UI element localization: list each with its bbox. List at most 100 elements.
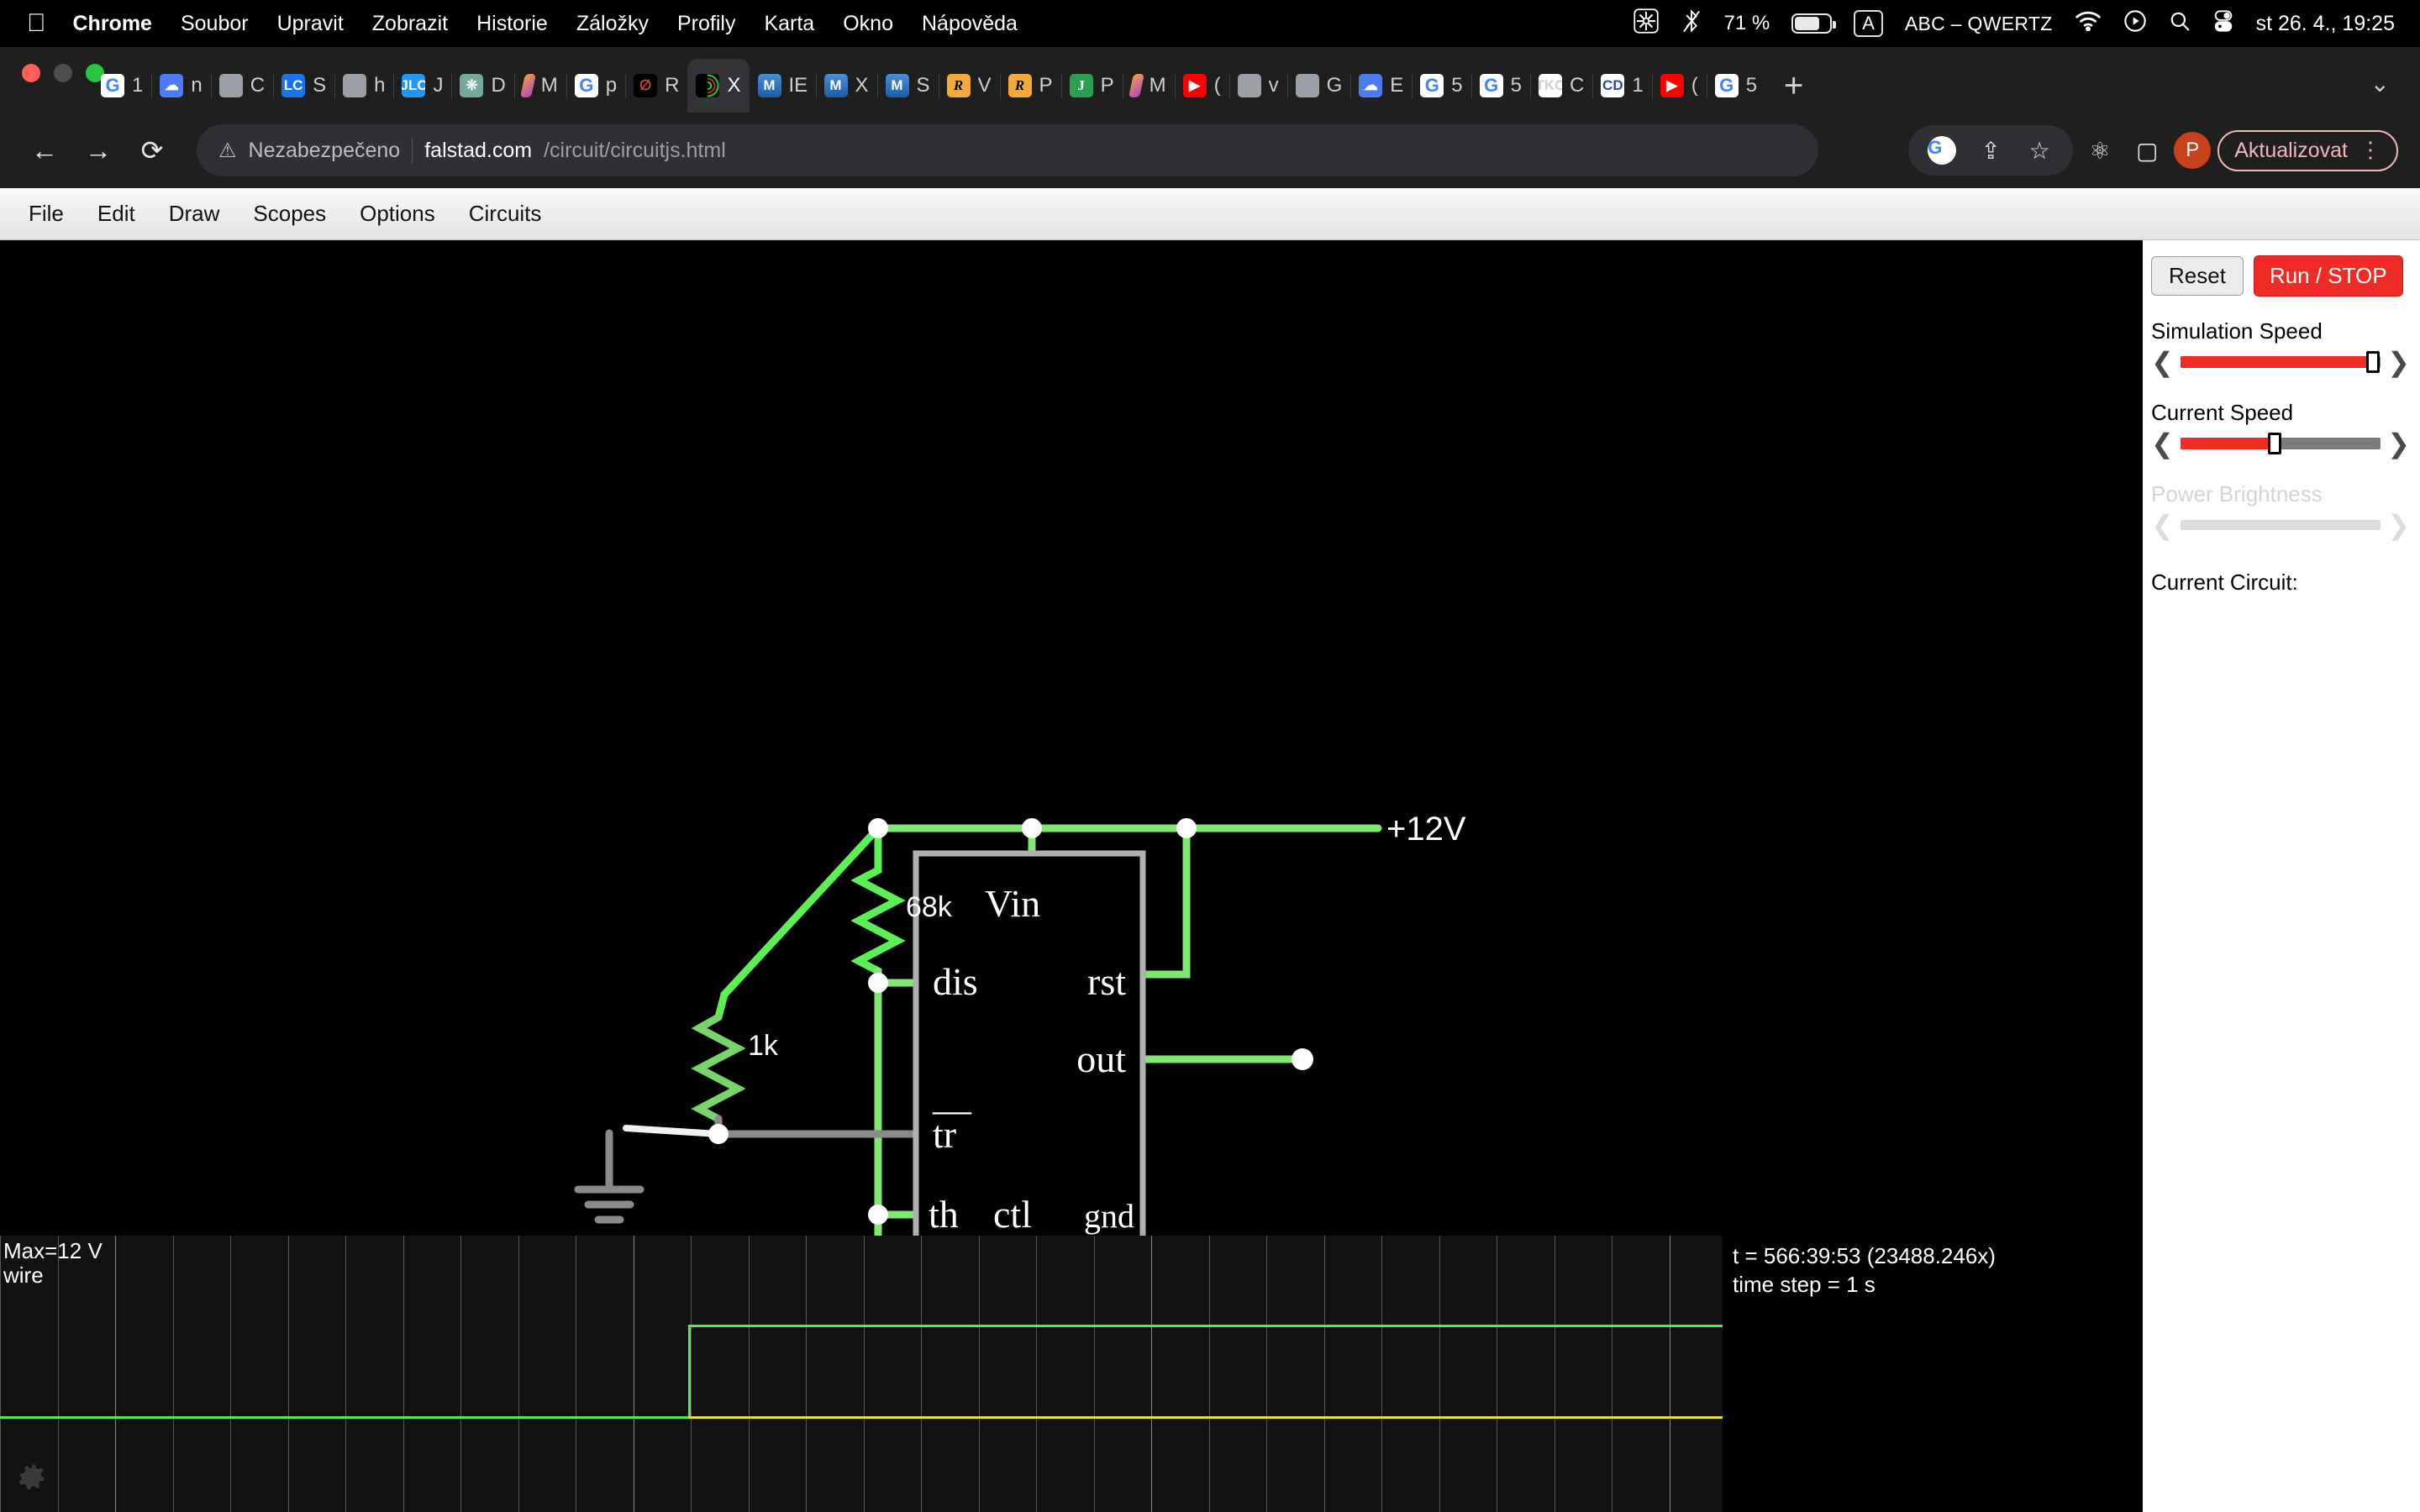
simulation-speed-knob[interactable] (2365, 351, 2380, 373)
energy-saver-icon[interactable]: ⚛ (2080, 130, 2120, 171)
browser-tab[interactable]: G (1286, 59, 1351, 113)
browser-tab[interactable]: M IE (750, 59, 816, 113)
scope-trace-segment (0, 1416, 688, 1419)
browser-tab[interactable]: M (1122, 59, 1175, 113)
simulation-speed-slider[interactable] (2180, 351, 2381, 373)
browser-tab[interactable]: ☁ n (151, 59, 210, 113)
m-favicon-icon: M (757, 74, 781, 97)
search-icon[interactable] (2169, 10, 2191, 38)
apple-icon[interactable]:  (27, 11, 46, 36)
bluetooth-off-icon[interactable] (1681, 8, 1702, 39)
browser-tab[interactable]: RP (999, 59, 1061, 113)
keyboard-badge[interactable]: A (1854, 10, 1883, 37)
menu-zalozky[interactable]: Záložky (576, 12, 649, 36)
browser-tab[interactable]: C (210, 59, 273, 113)
menu-karta[interactable]: Karta (764, 12, 814, 36)
browser-tab[interactable]: TKC C (1529, 59, 1592, 113)
app-menu-draw[interactable]: Draw (152, 201, 237, 227)
simulation-speed-increase-icon[interactable]: ❯ (2387, 346, 2410, 378)
cd-favicon-icon: CD (1601, 74, 1625, 97)
reload-button[interactable]: ⟳ (129, 128, 175, 173)
browser-tab[interactable]: 5 (1706, 59, 1765, 113)
browser-tab[interactable]: v (1228, 59, 1287, 113)
new-tab-button[interactable]: + (1765, 69, 1822, 102)
circuit-canvas[interactable]: +12V Vin dis rst out — tr th ctl gnd 68k… (0, 240, 2141, 1236)
browser-tab[interactable]: LC S (273, 59, 334, 113)
circuit-schematic[interactable]: +12V Vin dis rst out — tr th ctl gnd 68k… (0, 240, 2141, 1236)
browser-tab[interactable]: 1 (92, 59, 151, 113)
browser-tab[interactable]: 5 (1470, 59, 1530, 113)
tab-title: M (540, 74, 558, 97)
gear-icon[interactable] (18, 1463, 49, 1494)
browser-tab[interactable]: p (566, 59, 625, 113)
menu-okno[interactable]: Okno (843, 12, 893, 36)
current-speed-group: Current Speed ❮ ❯ (2151, 400, 2410, 459)
supply-label: +12V (1386, 811, 1466, 848)
tab-title: R (665, 74, 680, 97)
scope-gridline (749, 1236, 750, 1512)
fan-icon[interactable] (1633, 8, 1659, 39)
app-menu-edit[interactable]: Edit (81, 201, 152, 227)
menu-historie[interactable]: Historie (476, 12, 548, 36)
browser-tab[interactable]: h (334, 59, 393, 113)
control-center-icon[interactable] (2212, 9, 2234, 39)
app-menu-options[interactable]: Options (343, 201, 452, 227)
tab-title: 5 (1745, 74, 1758, 97)
browser-tab-active-falstad[interactable]: X (687, 59, 750, 113)
app-menu-file[interactable]: File (12, 201, 81, 227)
scope-gridline (518, 1236, 519, 1512)
wifi-icon[interactable] (2075, 11, 2102, 37)
bookmark-star-icon[interactable]: ☆ (2019, 130, 2060, 171)
app-menu-circuits[interactable]: Circuits (452, 201, 559, 227)
menu-chrome[interactable]: Chrome (73, 12, 152, 36)
tab-search-chevron-down-icon[interactable]: ⌄ (2370, 70, 2390, 97)
menu-soubor[interactable]: Soubor (181, 12, 249, 36)
profile-avatar[interactable]: P (2174, 132, 2212, 169)
battery-icon[interactable] (1791, 13, 1837, 34)
browser-tab[interactable]: MX (815, 59, 877, 113)
browser-tab[interactable]: ☁ E (1350, 59, 1412, 113)
browser-tab[interactable]: ❊ D (451, 59, 513, 113)
menu-zobrazit[interactable]: Zobrazit (372, 12, 448, 36)
current-speed-decrease-icon[interactable]: ❮ (2151, 428, 2174, 459)
run-stop-button[interactable]: Run / STOP (2253, 255, 2403, 297)
keyboard-layout-label[interactable]: ABC – QWERTZ (1905, 13, 2053, 35)
current-speed-increase-icon[interactable]: ❯ (2387, 428, 2410, 459)
browser-tab[interactable]: JP (1060, 59, 1123, 113)
browser-tab[interactable]: ▶( (1651, 59, 1707, 113)
pen-favicon-icon (519, 74, 536, 97)
tab-title: 1 (132, 74, 144, 97)
browser-tab[interactable]: MS (876, 59, 939, 113)
menu-upravit[interactable]: Upravit (277, 12, 344, 36)
google-lens-icon[interactable] (1922, 130, 1962, 171)
browser-tab[interactable]: ∅ R (625, 59, 687, 113)
browser-tab[interactable]: ▶( (1174, 59, 1229, 113)
browser-tab[interactable]: JLC J (393, 59, 451, 113)
address-bar[interactable]: ⚠ Nezabezpečeno falstad.com/circuit/circ… (197, 124, 1818, 176)
browser-tab[interactable]: RV (938, 59, 1000, 113)
scope-trace-segment (688, 1325, 691, 1416)
menubar-clock[interactable]: st 26. 4., 19:25 (2256, 12, 2395, 36)
side-panel-icon[interactable]: ▢ (2127, 130, 2167, 171)
current-speed-knob[interactable] (2267, 433, 2281, 454)
menu-profily[interactable]: Profily (677, 12, 735, 36)
update-button[interactable]: Aktualizovat ⋮ (2217, 129, 2398, 171)
scope-gridline (1036, 1236, 1037, 1512)
browser-tab[interactable]: M (513, 59, 566, 113)
tab-title: IE (788, 74, 808, 97)
menu-napoveda[interactable]: Nápověda (922, 12, 1018, 36)
browser-tab[interactable]: 5 (1412, 59, 1470, 113)
not-secure-warning-icon[interactable]: ⚠ (218, 139, 237, 163)
simulation-speed-decrease-icon[interactable]: ❮ (2151, 346, 2174, 378)
scope-panel[interactable]: Max=12 V wire t = 566:39:53 (23488.246x)… (0, 1236, 2141, 1512)
scope-gridline (115, 1236, 116, 1512)
control-center-play-icon[interactable] (2123, 9, 2147, 39)
share-icon[interactable]: ⇪ (1970, 130, 2011, 171)
chrome-menu-kebab-icon[interactable]: ⋮ (2360, 139, 2381, 160)
browser-tab[interactable]: CD 1 (1592, 59, 1651, 113)
app-menu-scopes[interactable]: Scopes (236, 201, 343, 227)
forward-button[interactable]: → (76, 128, 121, 173)
back-button[interactable]: ← (22, 128, 67, 173)
current-speed-slider[interactable] (2180, 433, 2381, 454)
reset-button[interactable]: Reset (2151, 256, 2244, 296)
